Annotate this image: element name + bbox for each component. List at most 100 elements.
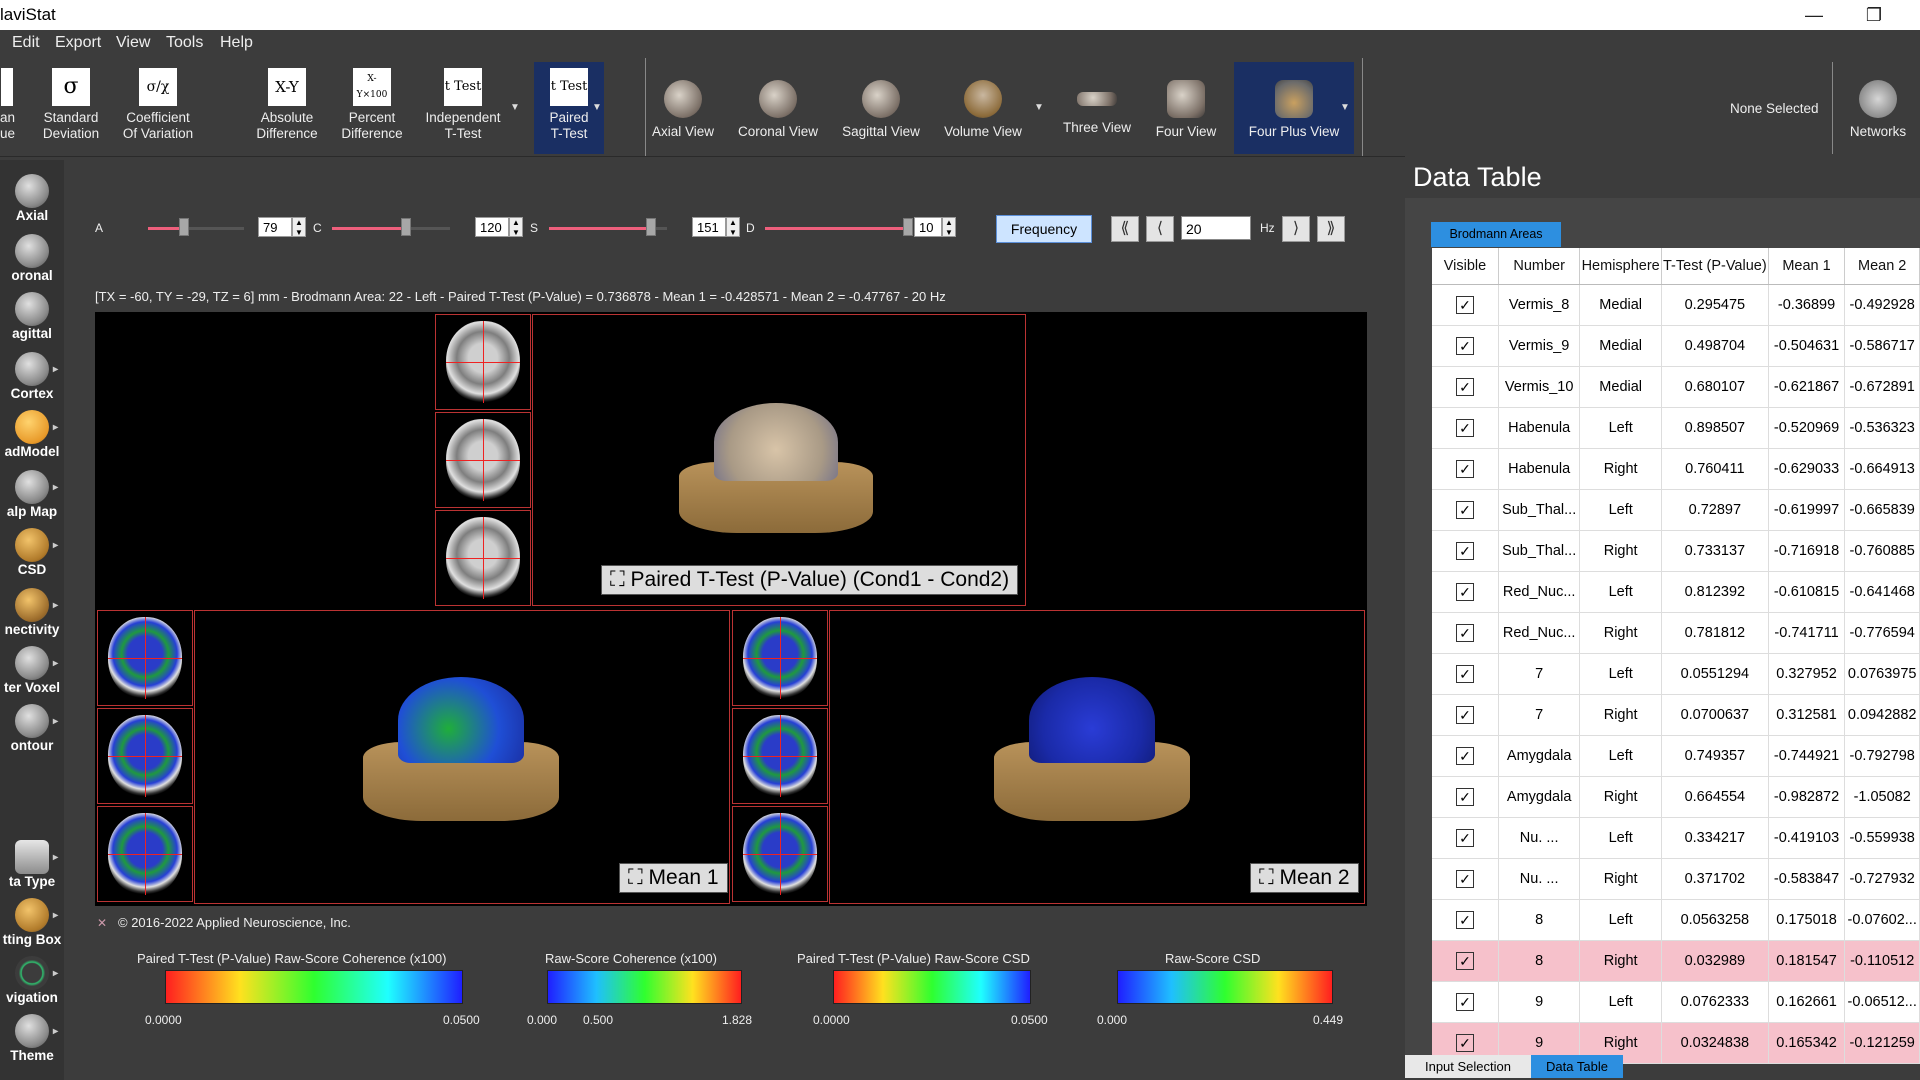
column-header[interactable]: Mean 1 [1768,248,1846,285]
independent-t-test-button[interactable]: t Test Independent T-Test [420,62,506,154]
axial-slice[interactable] [435,314,531,410]
chevron-down-icon[interactable]: ▼ [592,102,602,113]
table-row[interactable]: ✓ Nu. ... Right 0.371702 -0.583847 -0.727932 [1432,858,1920,900]
main-3d-panel[interactable]: ⛶ Paired T-Test (P-Value) (Cond1 - Cond2… [532,314,1026,606]
visible-checkbox[interactable]: ✓ [1455,378,1474,396]
sidebar-item-cluster-voxel[interactable]: ter Voxel ▸ [0,644,64,700]
menu-tools[interactable]: Tools [166,34,203,52]
ribbon-partial-button[interactable]: an ue [0,62,15,154]
sidebar-item-theme[interactable]: Theme ▸ [0,1012,64,1068]
table-row[interactable]: ✓ 7 Left 0.0551294 0.327952 0.0763975 [1432,653,1920,695]
table-row[interactable]: ✓ Red_Nuc... Right 0.781812 -0.741711 -0.7765… [1432,612,1920,654]
visible-checkbox[interactable]: ✓ [1455,952,1474,970]
mean2-3d-panel[interactable]: ⛶ Mean 2 [829,610,1365,904]
slider-value-input[interactable]: 151 [692,217,726,237]
chevron-down-icon[interactable]: ▼ [1340,102,1350,113]
restore-button[interactable]: ❐ [1854,2,1894,28]
absolute-difference-button[interactable]: X-Y Absolute Difference [252,62,322,154]
spin-arrows-icon[interactable]: ▲ ▼ [942,217,956,237]
table-row[interactable]: ✓ 7 Right 0.0700637 0.312581 0.0942882 [1432,694,1920,736]
tab-input-selection[interactable]: Input Selection [1405,1055,1531,1078]
table-row[interactable]: ✓ 8 Left 0.0563258 0.175018 -0.07602... [1432,899,1920,941]
three-view-button[interactable]: Three View [1058,62,1136,154]
four-plus-view-button[interactable]: Four Plus View [1234,62,1354,154]
menu-help[interactable]: Help [220,34,253,52]
slider-value-input[interactable]: 10 [914,217,942,237]
menu-view[interactable]: View [116,34,150,52]
menu-edit[interactable]: Edit [12,34,40,52]
mean1-axial-slice[interactable] [97,610,193,706]
sagittal-view-button[interactable]: Sagittal View [836,62,926,154]
mean1-coronal-slice[interactable] [97,806,193,902]
visible-checkbox[interactable]: ✓ [1455,501,1474,519]
visible-checkbox[interactable]: ✓ [1455,337,1474,355]
column-header[interactable]: T-Test (P-Value) [1661,248,1769,285]
visible-checkbox[interactable]: ✓ [1455,706,1474,724]
visible-checkbox[interactable]: ✓ [1455,296,1474,314]
sidebar-item-axial[interactable]: Axial [0,172,64,228]
visible-checkbox[interactable]: ✓ [1455,788,1474,806]
sidebar-item-data-type[interactable]: ta Type ▸ [0,838,64,894]
previous-frequency-button[interactable]: ⟨ [1146,216,1174,242]
table-row[interactable]: ✓ Sub_Thal... Left 0.72897 -0.619997 -0.66583… [1432,489,1920,531]
table-row[interactable]: ✓ Habenula Left 0.898507 -0.520969 -0.536323 [1432,407,1920,449]
visible-checkbox[interactable]: ✓ [1455,911,1474,929]
table-row[interactable]: ✓ Vermis_9 Medial 0.498704 -0.504631 -0.58671… [1432,325,1920,367]
mean2-axial-slice[interactable] [732,610,828,706]
visible-checkbox[interactable]: ✓ [1455,829,1474,847]
table-row[interactable]: ✓ Habenula Right 0.760411 -0.629033 -0.664913 [1432,448,1920,490]
mean2-coronal-slice[interactable] [732,806,828,902]
spin-arrows-icon[interactable]: ▲ ▼ [509,217,523,237]
chevron-down-icon[interactable]: ▼ [1034,102,1044,113]
table-row[interactable]: ✓ Red_Nuc... Left 0.812392 -0.610815 -0.64146… [1432,571,1920,613]
slider-thumb[interactable] [646,218,656,236]
frequency-button[interactable]: Frequency [996,215,1092,243]
mean1-panel-label[interactable]: ⛶ Mean 1 [619,863,728,893]
sidebar-item-connectivity[interactable]: nectivity ▸ [0,586,64,642]
visible-checkbox[interactable]: ✓ [1455,993,1474,1011]
visible-checkbox[interactable]: ✓ [1455,870,1474,888]
data-table[interactable]: Visible Number Hemisphere T-Test (P-Value) M… [1432,248,1920,1064]
next-frequency-button[interactable]: ⟩ [1282,216,1310,242]
visible-checkbox[interactable]: ✓ [1455,665,1474,683]
column-header[interactable]: Hemisphere [1579,248,1662,285]
visible-checkbox[interactable]: ✓ [1455,460,1474,478]
networks-button[interactable]: Networks [1842,62,1914,154]
slider-value-input[interactable]: 120 [475,217,509,237]
last-frequency-button[interactable]: ⟫ [1317,216,1345,242]
sidebar-item-coronal[interactable]: oronal [0,232,64,288]
chevron-down-icon[interactable]: ▼ [510,102,520,113]
spin-arrows-icon[interactable]: ▲ ▼ [292,217,306,237]
sidebar-item-scalp-map[interactable]: alp Map ▸ [0,468,64,524]
visible-checkbox[interactable]: ✓ [1455,419,1474,437]
tab-brodmann-areas[interactable]: Brodmann Areas [1431,222,1561,247]
table-row[interactable]: ✓ Sub_Thal... Right 0.733137 -0.716918 -0.760… [1432,530,1920,572]
axial-view-button[interactable]: Axial View [648,62,718,154]
table-row[interactable]: ✓ Nu. ... Left 0.334217 -0.419103 -0.559938 [1432,817,1920,859]
sidebar-item-csd[interactable]: CSD ▸ [0,526,64,582]
sidebar-item-headmodel[interactable]: adModel ▸ [0,408,64,464]
table-row[interactable]: ✓ Vermis_10 Medial 0.680107 -0.621867 -0.6728… [1432,366,1920,408]
column-header[interactable]: Visible [1432,248,1499,285]
sidebar-item-navigation[interactable]: vigation ▸ [0,954,64,1010]
column-header[interactable]: Mean 2 [1844,248,1920,285]
coefficient-of-variation-button[interactable]: σ/χ Coefficient Of Variation [118,62,198,154]
visible-checkbox[interactable]: ✓ [1455,583,1474,601]
tab-data-table[interactable]: Data Table [1531,1055,1623,1078]
main-panel-label[interactable]: ⛶ Paired T-Test (P-Value) (Cond1 - Cond2… [601,565,1019,595]
table-row[interactable]: ✓ Vermis_8 Medial 0.295475 -0.36899 -0.492928 [1432,284,1920,326]
slider-thumb[interactable] [179,218,189,236]
table-row[interactable]: ✓ 8 Right 0.032989 0.181547 -0.110512 [1432,940,1920,982]
visible-checkbox[interactable]: ✓ [1455,1034,1474,1052]
visible-checkbox[interactable]: ✓ [1455,624,1474,642]
standard-deviation-button[interactable]: σ Standard Deviation [36,62,106,154]
spin-arrows-icon[interactable]: ▲ ▼ [726,217,740,237]
volume-view-button[interactable]: Volume View [938,62,1028,154]
visible-checkbox[interactable]: ✓ [1455,747,1474,765]
sidebar-item-sagittal[interactable]: agittal [0,290,64,346]
mean1-sagittal-slice[interactable] [97,708,193,804]
percent-difference-button[interactable]: X-Y×100 Percent Difference [336,62,408,154]
coronal-view-button[interactable]: Coronal View [734,62,822,154]
slider-thumb[interactable] [903,218,913,236]
table-row[interactable]: ✓ 9 Left 0.0762333 0.162661 -0.06512... [1432,981,1920,1023]
